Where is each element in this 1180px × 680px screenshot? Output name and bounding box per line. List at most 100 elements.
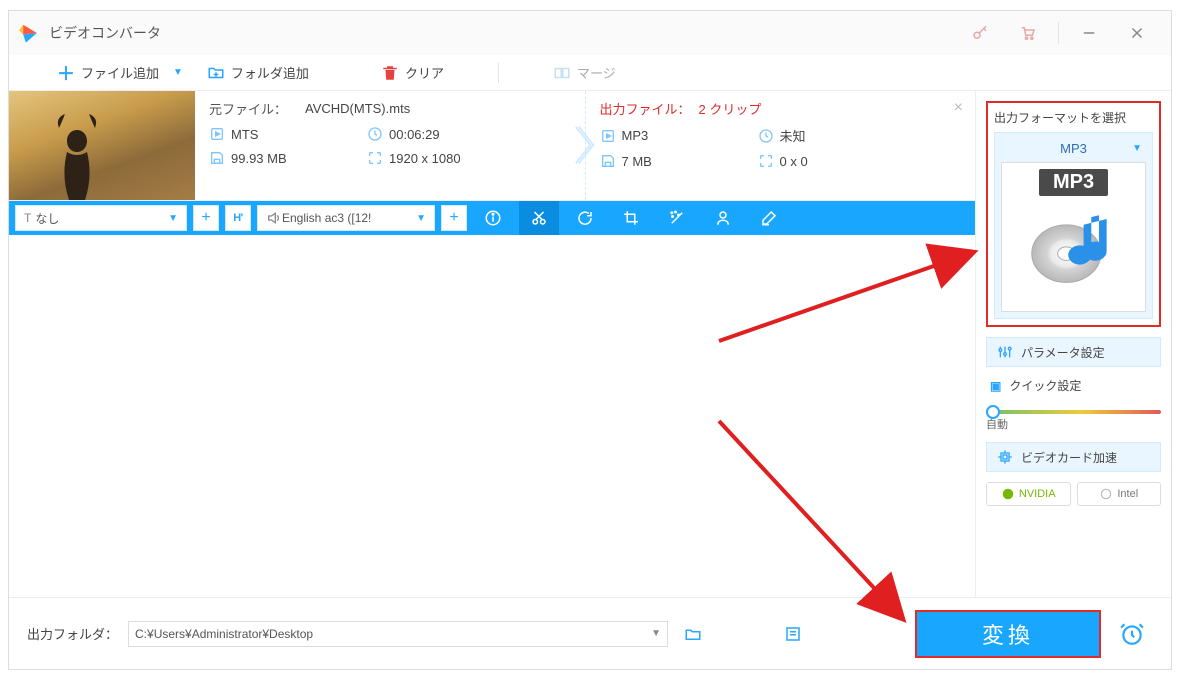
task-list-button[interactable] (778, 621, 808, 647)
remove-item-button[interactable]: × (954, 99, 963, 117)
output-path-input[interactable]: C:¥Users¥Administrator¥Desktop ▼ (128, 621, 668, 647)
source-filename: AVCHD(MTS).mts (305, 101, 410, 116)
bottom-bar: 出力フォルダ： C:¥Users¥Administrator¥Desktop ▼… (9, 597, 1171, 669)
source-info-box: 元ファイル： AVCHD(MTS).mts MTS 00:06:29 (195, 91, 586, 200)
plus-icon: ＋ (57, 60, 75, 86)
slider-mode-label: 自動 (986, 416, 1161, 432)
sliders-icon (997, 344, 1013, 360)
disk-icon (600, 153, 616, 169)
source-duration: 00:06:29 (389, 127, 440, 142)
crop-button[interactable] (611, 201, 651, 235)
subtitle-value: なし (35, 210, 59, 227)
format-selector[interactable]: MP3 ▼ MP3 (994, 132, 1153, 319)
output-duration: 未知 (780, 126, 806, 145)
add-file-dropdown-caret-icon[interactable]: ▼ (173, 67, 183, 78)
intel-icon (1099, 487, 1113, 501)
folder-plus-icon (207, 64, 225, 82)
subtitle-prefix: T (24, 211, 31, 225)
key-icon[interactable] (956, 11, 1004, 55)
quality-slider[interactable] (986, 410, 1161, 414)
output-format-panel: 出力フォーマットを選択 MP3 ▼ MP3 (986, 101, 1161, 327)
caret-down-icon: ▼ (168, 213, 178, 224)
parameter-settings-button[interactable]: パラメータ設定 (986, 337, 1161, 367)
transfer-arrow-inner-icon (576, 125, 598, 165)
trash-icon (381, 64, 399, 82)
disc-music-icon (1026, 196, 1122, 292)
source-resolution: 1920 x 1080 (389, 151, 461, 166)
resolution-icon (367, 150, 383, 166)
source-size: 99.93 MB (231, 151, 287, 166)
source-file-label: 元ファイル： (209, 99, 297, 118)
merge-button: マージ (545, 59, 624, 86)
app-logo-icon (19, 22, 41, 44)
minimize-button[interactable] (1065, 11, 1113, 55)
toolbar-divider (498, 63, 499, 83)
cart-icon[interactable] (1004, 11, 1052, 55)
caret-down-icon: ▼ (1132, 143, 1142, 154)
app-window: ビデオコンバータ ＋ ファイル追加 ▼ フォルダ追加 クリア (8, 10, 1172, 670)
output-info-box: × 出力ファイル： 2 クリップ MP3 (586, 91, 976, 200)
output-folder-label: 出力フォルダ： (27, 624, 118, 643)
clear-button[interactable]: クリア (373, 59, 452, 86)
disk-icon (209, 150, 225, 166)
source-format: MTS (231, 127, 258, 142)
caret-down-icon: ▼ (416, 213, 426, 224)
open-folder-button[interactable] (678, 621, 708, 647)
quick-settings-header: ▣ クイック設定 (986, 377, 1161, 394)
selected-format-name: MP3 (1060, 141, 1087, 156)
info-button[interactable] (473, 201, 513, 235)
gpu-accel-button[interactable]: ビデオカード加速 (986, 442, 1161, 472)
add-file-button[interactable]: ＋ ファイル追加 (49, 56, 167, 90)
titlebar-divider (1058, 22, 1059, 44)
app-title: ビデオコンバータ (49, 23, 161, 43)
merge-icon (553, 64, 571, 82)
output-file-label: 出力ファイル： (600, 99, 691, 118)
video-thumbnail[interactable] (9, 91, 195, 200)
output-size: 7 MB (622, 154, 652, 169)
format-icon-tile: MP3 (1001, 162, 1146, 312)
clock-icon (367, 126, 383, 142)
right-panel: 出力フォーマットを選択 MP3 ▼ MP3 (976, 91, 1171, 597)
schedule-button[interactable] (1111, 613, 1153, 655)
subtitle-select[interactable]: T なし ▼ (15, 205, 187, 231)
file-item: 元ファイル： AVCHD(MTS).mts MTS 00:06:29 (9, 91, 975, 201)
nvidia-card[interactable]: NVIDIA (986, 482, 1071, 506)
format-icon (600, 128, 616, 144)
gpu-vendor-row: NVIDIA Intel (986, 482, 1161, 506)
slider-thumb[interactable] (986, 405, 1000, 419)
audio-track-select[interactable]: English ac3 ([12! ▼ (257, 205, 435, 231)
output-clips: 2 クリップ (699, 99, 762, 118)
plus-square-icon[interactable]: ▣ (990, 379, 1001, 393)
output-path-value: C:¥Users¥Administrator¥Desktop (135, 627, 313, 641)
clock-icon (758, 128, 774, 144)
audio-value: English ac3 ([12! (282, 211, 371, 225)
intel-card[interactable]: Intel (1077, 482, 1162, 506)
add-subtitle-button[interactable]: + (193, 205, 219, 231)
speaker-icon (266, 210, 282, 226)
format-icon (209, 126, 225, 142)
quality-slider-group: 自動 (986, 404, 1161, 432)
watermark-button[interactable] (703, 201, 743, 235)
empty-list-area (9, 235, 975, 597)
chip-icon (997, 449, 1013, 465)
caret-down-icon: ▼ (645, 628, 661, 639)
hardcode-sub-button[interactable]: H' (225, 205, 251, 231)
main-toolbar: ＋ ファイル追加 ▼ フォルダ追加 クリア マージ (9, 55, 1171, 91)
add-folder-button[interactable]: フォルダ追加 (199, 59, 317, 86)
item-action-toolbar: T なし ▼ + H' English ac3 ([12! ▼ + (9, 201, 975, 235)
close-button[interactable] (1113, 11, 1161, 55)
titlebar: ビデオコンバータ (9, 11, 1171, 55)
output-format-label: 出力フォーマットを選択 (994, 109, 1153, 126)
mp3-badge: MP3 (1039, 169, 1108, 196)
add-audio-button[interactable]: + (441, 205, 467, 231)
convert-button[interactable]: 変換 (915, 610, 1101, 658)
nvidia-icon (1001, 487, 1015, 501)
trim-button[interactable] (519, 201, 559, 235)
output-format: MP3 (622, 128, 649, 143)
resolution-icon (758, 153, 774, 169)
effects-button[interactable] (657, 201, 697, 235)
rotate-button[interactable] (565, 201, 605, 235)
file-list-column: 元ファイル： AVCHD(MTS).mts MTS 00:06:29 (9, 91, 976, 597)
thumbnail-figure (37, 110, 117, 200)
edit-button[interactable] (749, 201, 789, 235)
